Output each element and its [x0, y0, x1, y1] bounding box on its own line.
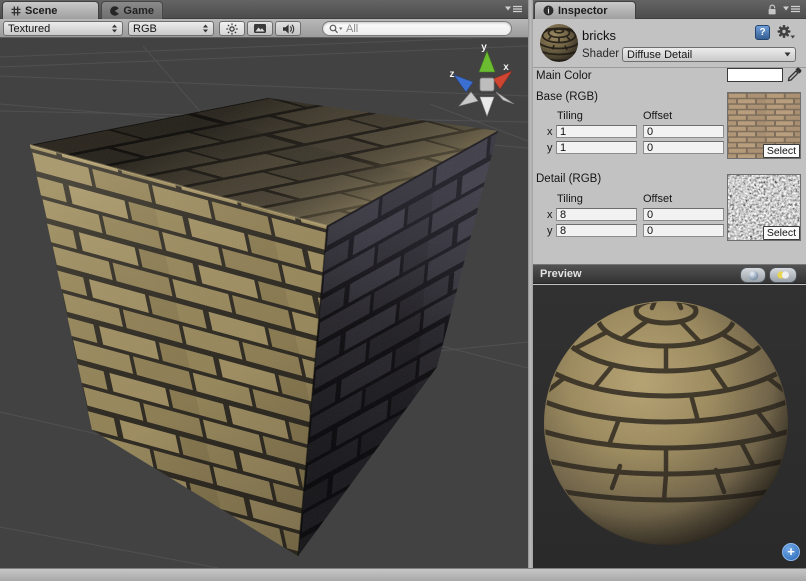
sphere-icon [748, 270, 759, 281]
base-offset-label: Offset [643, 110, 672, 122]
detail-offset-y-input[interactable] [643, 224, 724, 237]
info-icon: i [543, 5, 554, 16]
main-color-label: Main Color [536, 70, 592, 82]
base-offset-x-input[interactable] [643, 125, 724, 138]
grid-icon [11, 6, 21, 16]
detail-tiling-y-input[interactable] [556, 224, 637, 237]
detail-y-label: y [547, 225, 553, 237]
base-texture-thumbnail[interactable]: Select [727, 92, 801, 159]
scene-panel: Scene Game Textured RGB [0, 0, 528, 568]
detail-x-label: x [547, 209, 553, 221]
preview-mesh-button[interactable] [740, 267, 766, 283]
base-select-button[interactable]: Select [763, 144, 800, 158]
gizmo-x-label: x [503, 62, 509, 73]
material-preview-thumbnail [539, 23, 579, 63]
plus-icon: + [787, 545, 795, 558]
draw-mode-dropdown[interactable]: Textured [3, 21, 123, 36]
tab-game[interactable]: Game [101, 1, 163, 19]
updown-arrows-icon [111, 24, 118, 33]
unity-editor-window: Scene Game Textured RGB [0, 0, 806, 581]
inspector-menu-icon[interactable] [783, 4, 801, 14]
inspector-tab-label: Inspector [558, 5, 608, 17]
scene-viewport[interactable]: y x z [0, 38, 528, 568]
scene-search-input[interactable]: All [322, 21, 512, 36]
help-button[interactable]: ? [755, 25, 770, 40]
base-tiling-x-input[interactable] [556, 125, 637, 138]
game-icon [110, 6, 119, 16]
detail-offset-label: Offset [643, 193, 672, 205]
sun-icon [226, 23, 238, 35]
draw-mode-value: Textured [8, 23, 111, 35]
tab-inspector[interactable]: i Inspector [534, 1, 636, 19]
preview-area[interactable]: + [533, 285, 806, 568]
preview-lighting-button[interactable] [769, 267, 797, 283]
updown-arrows-icon [202, 24, 209, 33]
eyedropper-icon[interactable] [787, 67, 802, 82]
scene-skybox-toggle[interactable] [247, 21, 273, 36]
gizmo-center-cube[interactable] [480, 78, 494, 91]
gizmo-y-label: y [481, 42, 487, 53]
image-icon [253, 23, 267, 34]
game-tab-label: Game [123, 5, 154, 17]
detail-select-button[interactable]: Select [763, 226, 800, 240]
detail-section-label: Detail (RGB) [536, 173, 601, 185]
shader-label: Shader [582, 48, 619, 60]
base-tiling-y-input[interactable] [556, 141, 637, 154]
bottom-bar [0, 568, 806, 581]
search-icon [329, 24, 343, 34]
color-mode-dropdown[interactable]: RGB [128, 21, 214, 36]
svg-text:i: i [547, 6, 549, 15]
gear-menu-button[interactable] [776, 24, 796, 41]
base-y-label: y [547, 142, 553, 154]
scene-tab-label: Scene [25, 5, 57, 17]
material-header: bricks Shader Diffuse Detail ? [533, 19, 806, 68]
shader-value: Diffuse Detail [627, 49, 784, 61]
detail-offset-x-input[interactable] [643, 208, 724, 221]
shader-dropdown[interactable]: Diffuse Detail [622, 47, 796, 62]
scene-lighting-toggle[interactable] [219, 21, 245, 36]
preview-title: Preview [540, 268, 582, 280]
base-section-label: Base (RGB) [536, 91, 598, 103]
gear-icon [778, 25, 796, 39]
chevron-down-icon [784, 52, 791, 57]
search-value: All [346, 23, 358, 35]
scene-panel-menu-icon[interactable] [505, 4, 523, 14]
detail-tiling-x-input[interactable] [556, 208, 637, 221]
detail-tiling-label: Tiling [557, 193, 583, 205]
lighting-icon [776, 270, 790, 280]
color-mode-value: RGB [133, 23, 202, 35]
material-name: bricks [582, 28, 616, 43]
main-color-swatch[interactable] [727, 68, 783, 82]
detail-texture-thumbnail[interactable]: Select [727, 174, 801, 241]
scene-audio-toggle[interactable] [275, 21, 301, 36]
add-button[interactable]: + [782, 543, 800, 561]
base-offset-y-input[interactable] [643, 141, 724, 154]
preview-sphere [533, 285, 806, 568]
base-x-label: x [547, 126, 553, 138]
gizmo-z-label: z [450, 69, 455, 80]
base-tiling-label: Tiling [557, 110, 583, 122]
inspector-panel: i Inspector [533, 0, 806, 568]
lock-icon[interactable] [766, 4, 778, 15]
speaker-icon [282, 23, 295, 35]
tab-scene[interactable]: Scene [2, 1, 99, 19]
help-icon: ? [759, 27, 765, 38]
